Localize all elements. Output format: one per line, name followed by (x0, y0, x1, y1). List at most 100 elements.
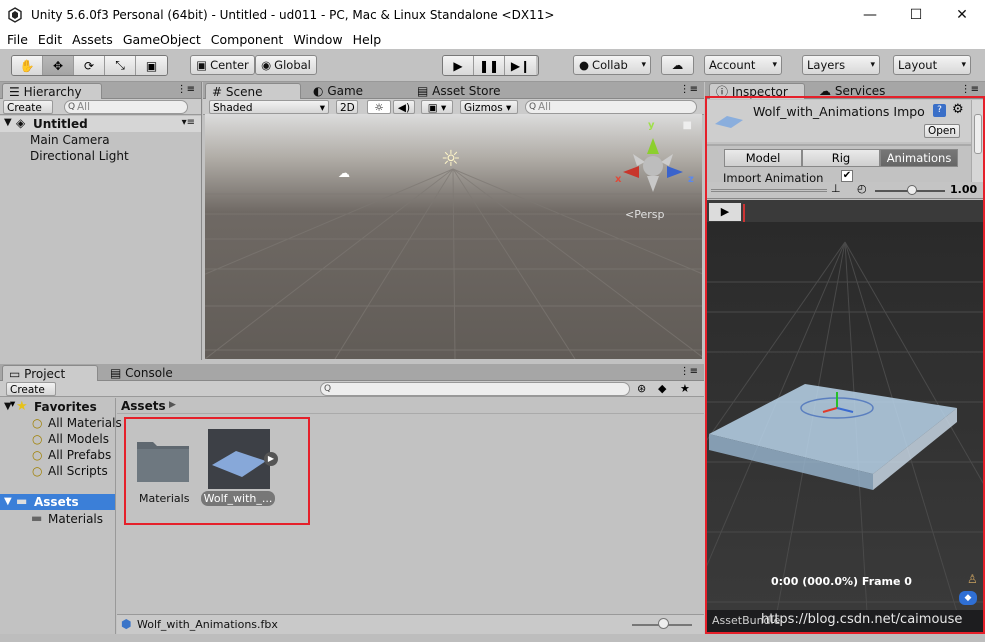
expand-arrow-icon[interactable]: ▼ (4, 496, 12, 507)
axis-y-label: y (648, 120, 655, 131)
model-file-icon: ⬢ (121, 617, 132, 631)
expand-arrow-icon[interactable]: ▼ (4, 117, 12, 128)
close-button[interactable]: ✕ (939, 0, 985, 30)
move-tool-icon[interactable]: ✥ (43, 56, 74, 75)
project-search-input[interactable] (320, 382, 630, 396)
rotate-tool-icon[interactable]: ⟳ (74, 56, 105, 75)
search-icon: ○ (32, 464, 43, 478)
project-statusbar: ⬢ Wolf_with_Animations.fbx (117, 614, 704, 634)
orientation-gizmo[interactable] (611, 122, 695, 202)
gizmos-dropdown[interactable]: Gizmos ▾ (460, 100, 518, 114)
hierarchy-create-label: Create (7, 102, 42, 114)
effects-dropdown-icon[interactable]: ▣ ▾ (421, 100, 453, 114)
menu-component[interactable]: Component (211, 32, 284, 47)
favorites-label[interactable]: Favorites (34, 400, 97, 414)
persp-chevron-icon: < (625, 208, 635, 221)
tab-console[interactable]: ▤ Console (104, 365, 204, 381)
tab-hierarchy-label: Hierarchy (23, 85, 82, 99)
tab-scene[interactable]: # Scene (205, 83, 301, 99)
highlight-box (124, 417, 310, 525)
play-button[interactable]: ▶ (443, 56, 474, 75)
rect-tool-icon[interactable]: ▣ (136, 56, 167, 75)
scene-search-input[interactable]: All (525, 100, 697, 114)
folder-icon: ▬ (16, 494, 28, 508)
slider-thumb[interactable] (658, 618, 669, 629)
audio-toggle-icon[interactable]: ◀) (393, 100, 415, 114)
menu-assets[interactable]: Assets (72, 32, 113, 47)
project-create-dropdown[interactable]: Create ▾ (6, 382, 56, 410)
hierarchy-item[interactable]: Directional Light (30, 149, 129, 163)
pivot-center-button[interactable]: ▣ Center (190, 55, 255, 75)
account-label: Account (709, 58, 756, 72)
menu-window[interactable]: Window (293, 32, 342, 47)
collab-dropdown[interactable]: ● Collab (573, 55, 651, 75)
scene-viewport[interactable]: ☁ ☼ ■ y x z <Persp (205, 114, 702, 359)
tab-project[interactable]: ▭ Project (2, 365, 98, 381)
scene-root-row[interactable]: ▼ ◈ Untitled ▾≡ (0, 116, 201, 132)
scale-tool-icon[interactable]: ⤡ (105, 56, 136, 75)
hierarchy-search-input[interactable]: All (64, 100, 188, 114)
tab-hierarchy[interactable]: ☰ Hierarchy (2, 83, 102, 99)
persp-label[interactable]: <Persp (625, 208, 664, 221)
layers-dropdown[interactable]: Layers (802, 55, 880, 75)
menu-file[interactable]: File (7, 32, 28, 47)
tab-game[interactable]: ◐ Game (307, 83, 387, 99)
favorite-item[interactable]: All Materials (48, 416, 122, 430)
shading-mode-dropdown[interactable]: Shaded ▾ (209, 100, 329, 114)
lighting-toggle-icon[interactable]: ☼ (367, 100, 391, 114)
menu-gameobject[interactable]: GameObject (123, 32, 201, 47)
cloud-check-icon: ● (579, 58, 590, 72)
account-dropdown[interactable]: Account (704, 55, 782, 75)
project-panel: ▭ Project ▤ Console ⋮≡ Create ▾ ⊛ ◆ ★ ▼ … (0, 364, 704, 634)
panel-menu-icon[interactable]: ⋮≡ (680, 366, 698, 377)
light-gizmo-icon[interactable]: ☼ (441, 147, 461, 172)
step-button[interactable]: ▶❙ (505, 56, 536, 75)
breadcrumb-assets[interactable]: Assets (121, 399, 166, 413)
cloud-button[interactable]: ☁ (661, 55, 694, 75)
project-breadcrumb: Assets ▶ (117, 398, 704, 414)
hand-tool-icon[interactable]: ✋ (12, 56, 43, 75)
tab-asset-store[interactable]: ▤ Asset Store (411, 83, 521, 99)
menu-bar: File Edit Assets GameObject Component Wi… (0, 30, 985, 49)
camera-gizmo-icon[interactable]: ☁ (338, 166, 350, 180)
tab-game-label: Game (327, 84, 364, 98)
scene-menu-icon[interactable]: ▾≡ (182, 117, 195, 128)
favorite-item[interactable]: All Scripts (48, 464, 108, 478)
layout-dropdown[interactable]: Layout (893, 55, 971, 75)
asset-folder-item[interactable]: Materials (48, 512, 103, 526)
console-icon: ▤ (110, 366, 122, 380)
search-by-type-icon[interactable]: ⊛ (637, 382, 646, 395)
menu-help[interactable]: Help (353, 32, 382, 47)
title-bar: Unity 5.6.0f3 Personal (64bit) - Untitle… (0, 0, 985, 30)
favorite-search-icon[interactable]: ★ (680, 382, 690, 395)
panel-menu-icon[interactable]: ⋮≡ (177, 84, 195, 95)
assets-root-row[interactable]: ▼ ▬ Assets (0, 494, 115, 510)
search-by-label-icon[interactable]: ◆ (658, 382, 666, 395)
transform-tools: ✋ ✥ ⟳ ⤡ ▣ (11, 55, 168, 76)
playback-controls: ▶ ❚❚ ▶❙ (442, 55, 539, 76)
mode-2d-toggle[interactable]: 2D (336, 100, 358, 114)
pivot-global-button[interactable]: ◉ Global (255, 55, 317, 75)
axis-x-label: x (615, 174, 622, 185)
bag-icon: ▤ (417, 84, 429, 98)
expand-arrow-icon[interactable]: ▼ (4, 401, 12, 412)
maximize-button[interactable]: ☐ (893, 0, 939, 30)
menu-edit[interactable]: Edit (38, 32, 62, 47)
unity-scene-icon: ◈ (16, 116, 26, 130)
minimize-button[interactable]: — (847, 0, 893, 30)
hierarchy-panel: ☰ Hierarchy ⋮≡ Create ▾ All ▼ ◈ Untitled… (0, 82, 202, 360)
pivot-icon: ▣ (196, 58, 208, 72)
panel-menu-icon[interactable]: ⋮≡ (680, 84, 698, 95)
pivot-global-label: Global (274, 58, 311, 72)
pause-button[interactable]: ❚❚ (474, 56, 505, 75)
inspector-highlight-box (705, 96, 985, 634)
favorite-item[interactable]: All Models (48, 432, 109, 446)
scene-name: Untitled (33, 117, 88, 131)
gizmos-label: Gizmos (464, 102, 503, 114)
layers-label: Layers (807, 58, 846, 72)
hierarchy-item[interactable]: Main Camera (30, 133, 110, 147)
panel-menu-icon[interactable]: ⋮≡ (961, 84, 979, 95)
grid-icon: # (212, 85, 223, 99)
hierarchy-create-dropdown[interactable]: Create ▾ (3, 100, 53, 128)
favorite-item[interactable]: All Prefabs (48, 448, 111, 462)
